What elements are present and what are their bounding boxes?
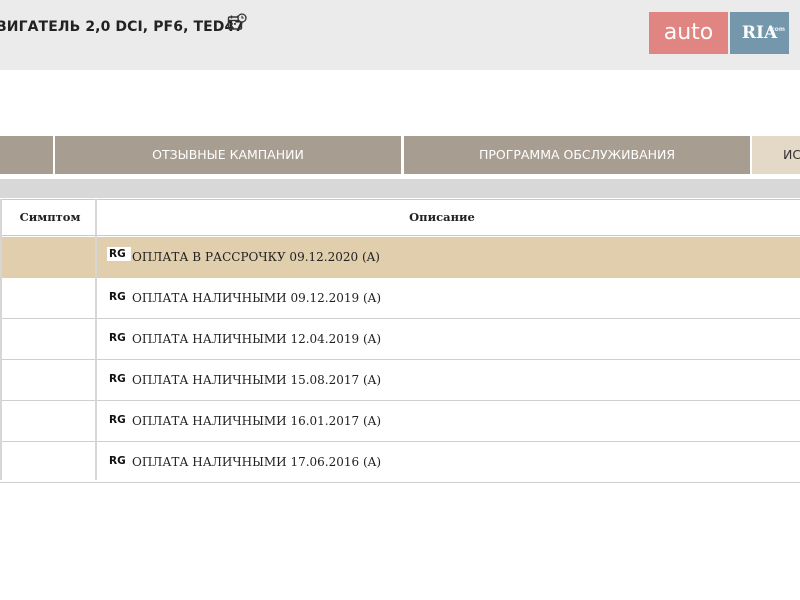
rg-badge: RG	[109, 332, 126, 344]
row-description: ОПЛАТА НАЛИЧНЫМИ 17.06.2016 (A)	[132, 455, 382, 469]
page-title: ВИГАТЕЛЬ 2,0 DCI, PF6, TED47	[0, 19, 245, 35]
watermark-auto: auto	[649, 12, 728, 54]
column-header-description[interactable]: Описание	[98, 200, 800, 235]
calendar-clock-icon[interactable]	[227, 13, 247, 33]
rg-badge: RG	[109, 373, 126, 385]
autoria-watermark: auto RIA .com	[649, 12, 789, 54]
column-divider-middle	[95, 199, 97, 480]
rg-badge: RG	[109, 291, 126, 303]
rg-badge: RG	[107, 247, 131, 261]
row-description: ОПЛАТА НАЛИЧНЫМИ 15.08.2017 (A)	[132, 373, 382, 387]
tab-service-program[interactable]: ПРОГРАММА ОБСЛУЖИВАНИЯ	[404, 136, 750, 174]
table-row[interactable]: RG ОПЛАТА НАЛИЧНЫМИ 15.08.2017 (A)	[0, 360, 800, 401]
tab-bar: ОТЗЫВНЫЕ КАМПАНИИ ПРОГРАММА ОБСЛУЖИВАНИЯ…	[0, 136, 800, 174]
row-description: ОПЛАТА НАЛИЧНЫМИ 16.01.2017 (A)	[132, 414, 382, 428]
tab-recall-campaigns[interactable]: ОТЗЫВНЫЕ КАМПАНИИ	[55, 136, 401, 174]
table-row[interactable]: RG ОПЛАТА НАЛИЧНЫМИ 17.06.2016 (A)	[0, 442, 800, 483]
tab-history[interactable]: ИС	[752, 136, 800, 174]
row-description: ОПЛАТА НАЛИЧНЫМИ 12.04.2019 (A)	[132, 332, 382, 346]
column-divider-left	[0, 199, 2, 480]
top-bar: ВИГАТЕЛЬ 2,0 DCI, PF6, TED47 auto RIA .c…	[0, 0, 800, 70]
rg-badge: RG	[109, 414, 126, 426]
table-row[interactable]: RG ОПЛАТА НАЛИЧНЫМИ 09.12.2019 (A)	[0, 278, 800, 319]
table-header: Симптом Описание	[0, 199, 800, 236]
row-description: ОПЛАТА НАЛИЧНЫМИ 09.12.2019 (A)	[132, 291, 382, 305]
row-description: ОПЛАТА В РАССРОЧКУ 09.12.2020 (A)	[132, 250, 380, 264]
watermark-com: .com	[768, 26, 785, 33]
table-row[interactable]: RG ОПЛАТА НАЛИЧНЫМИ 12.04.2019 (A)	[0, 319, 800, 360]
tab-previous[interactable]	[0, 136, 53, 174]
rg-badge: RG	[109, 455, 126, 467]
table-row[interactable]: RG ОПЛАТА НАЛИЧНЫМИ 16.01.2017 (A)	[0, 401, 800, 442]
table-row[interactable]: RG ОПЛАТА В РАССРОЧКУ 09.12.2020 (A)	[0, 237, 800, 278]
column-header-symptom[interactable]: Симптом	[6, 200, 94, 235]
table-toolbar-strip	[0, 179, 800, 198]
watermark-ria: RIA .com	[730, 12, 789, 54]
